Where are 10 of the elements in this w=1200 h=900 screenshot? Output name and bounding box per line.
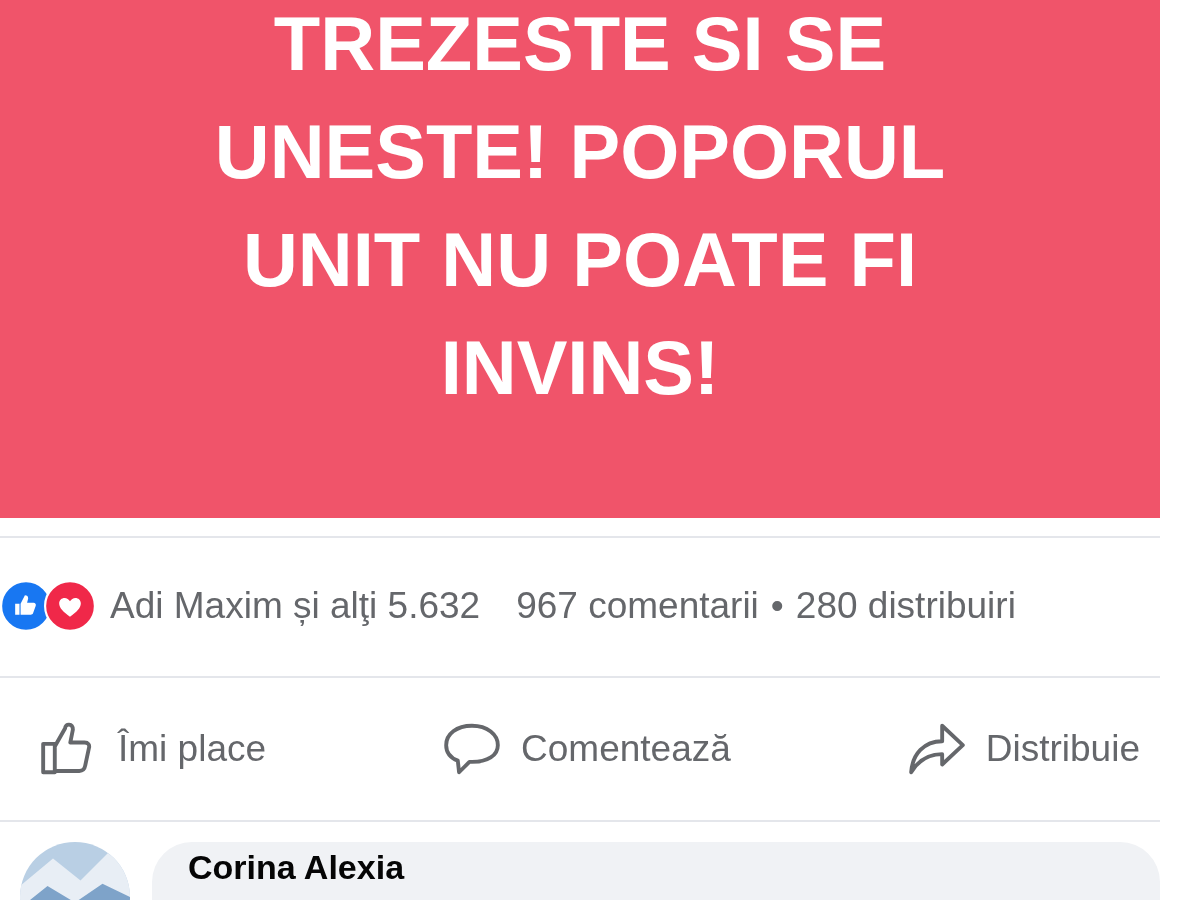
post-text: TREZESTE SI SE UNESTE! POPORUL UNIT NU POATE FI INVINS! <box>213 0 947 412</box>
shares-count[interactable]: 280 distribuiri <box>795 585 1016 627</box>
like-button[interactable]: Îmi place <box>38 718 267 780</box>
comment-author[interactable]: Corina Alexia <box>188 848 405 886</box>
heart-reaction-icon <box>44 580 96 632</box>
comment-button[interactable]: Comentează <box>441 718 731 780</box>
reactions-count[interactable]: Adi Maxim și alţi 5.632 <box>110 585 481 627</box>
share-button[interactable]: Distribuie <box>905 718 1140 780</box>
comments-count[interactable]: 967 comentarii <box>516 585 759 627</box>
separator-dot: • <box>770 585 784 627</box>
